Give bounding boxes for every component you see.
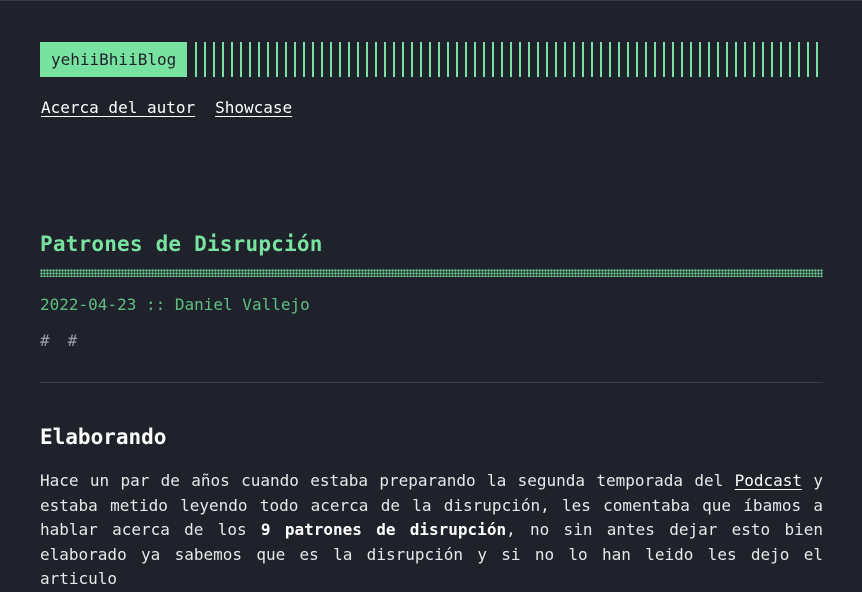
post-title[interactable]: Patrones de Disrupción [40, 232, 323, 256]
meta-separator: :: [145, 295, 166, 314]
main-nav: Acerca del autor Showcase [41, 98, 292, 117]
podcast-link[interactable]: Podcast [735, 471, 802, 490]
title-underline [40, 269, 823, 277]
post-date: 2022-04-23 [40, 295, 137, 314]
paragraph-bold-text: 9 patrones de disrupción [260, 520, 507, 539]
logo-decoration [195, 42, 823, 77]
tag-link[interactable]: # [68, 331, 78, 350]
post-author: Daniel Vallejo [174, 295, 310, 314]
post-meta: 2022-04-23 :: Daniel Vallejo [40, 295, 310, 314]
nav-link-about-author[interactable]: Acerca del autor [41, 98, 195, 117]
section-heading: Elaborando [40, 425, 167, 449]
tag-link[interactable]: # [40, 331, 50, 350]
site-logo[interactable]: yehiiBhiiBlog [40, 42, 188, 77]
post-paragraph: Hace un par de años cuando estaba prepar… [40, 469, 823, 592]
paragraph-text: Hace un par de años cuando estaba prepar… [40, 471, 735, 490]
nav-link-showcase[interactable]: Showcase [215, 98, 292, 117]
top-border [0, 0, 862, 1]
site-header: yehiiBhiiBlog [40, 42, 823, 77]
post-tags: # # [40, 331, 77, 350]
content-divider [40, 382, 823, 383]
